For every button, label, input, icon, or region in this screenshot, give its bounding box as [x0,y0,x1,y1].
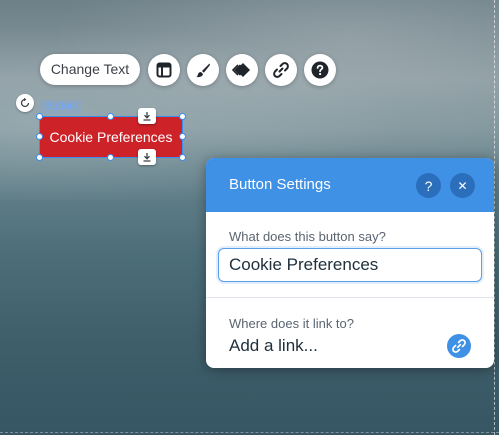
download-arrow-icon [143,112,151,121]
stretch-handle-bottom[interactable] [138,149,156,165]
button-text-label: What does this button say? [229,229,386,244]
stretch-handle-top[interactable] [138,108,156,124]
help-icon [311,61,329,79]
selection-frame [39,116,183,158]
resize-handle-right[interactable] [179,133,186,140]
panel-header: Button Settings ? ✕ [206,158,494,212]
resize-handle-bottom[interactable] [107,154,114,161]
resize-handle-bottom-right[interactable] [179,154,186,161]
rotate-handle[interactable] [16,94,34,112]
panel-help-button[interactable]: ? [416,173,441,198]
link-button[interactable] [265,54,297,86]
layout-icon [156,62,172,78]
design-button[interactable] [187,54,219,86]
rotate-icon [20,97,30,108]
download-arrow-icon [143,153,151,162]
question-icon: ? [424,177,433,194]
change-text-button[interactable]: Change Text [40,54,140,85]
button-settings-panel: Button Settings ? ✕ What does this butto… [206,158,494,368]
close-icon: ✕ [457,178,468,193]
add-link-text[interactable]: Add a link... [229,336,318,356]
element-type-tag: Button [40,100,81,114]
help-button[interactable] [304,54,336,86]
link-icon [273,62,289,78]
link-icon [452,339,466,353]
resize-handle-bottom-left[interactable] [36,154,43,161]
canvas-edge-guide [494,0,495,435]
animation-icon [232,63,250,77]
button-text-input[interactable] [218,248,482,282]
paintbrush-icon [196,63,210,78]
panel-divider [206,297,494,298]
canvas-edge-guide-bottom [0,432,499,433]
add-link-button[interactable] [447,334,471,358]
layout-button[interactable] [148,54,180,86]
resize-handle-top[interactable] [107,113,114,120]
resize-handle-top-left[interactable] [36,113,43,120]
panel-title: Button Settings [229,176,331,193]
resize-handle-top-right[interactable] [179,113,186,120]
animation-button[interactable] [226,54,258,86]
panel-close-button[interactable]: ✕ [450,173,475,198]
resize-handle-left[interactable] [36,133,43,140]
link-label: Where does it link to? [229,316,355,331]
